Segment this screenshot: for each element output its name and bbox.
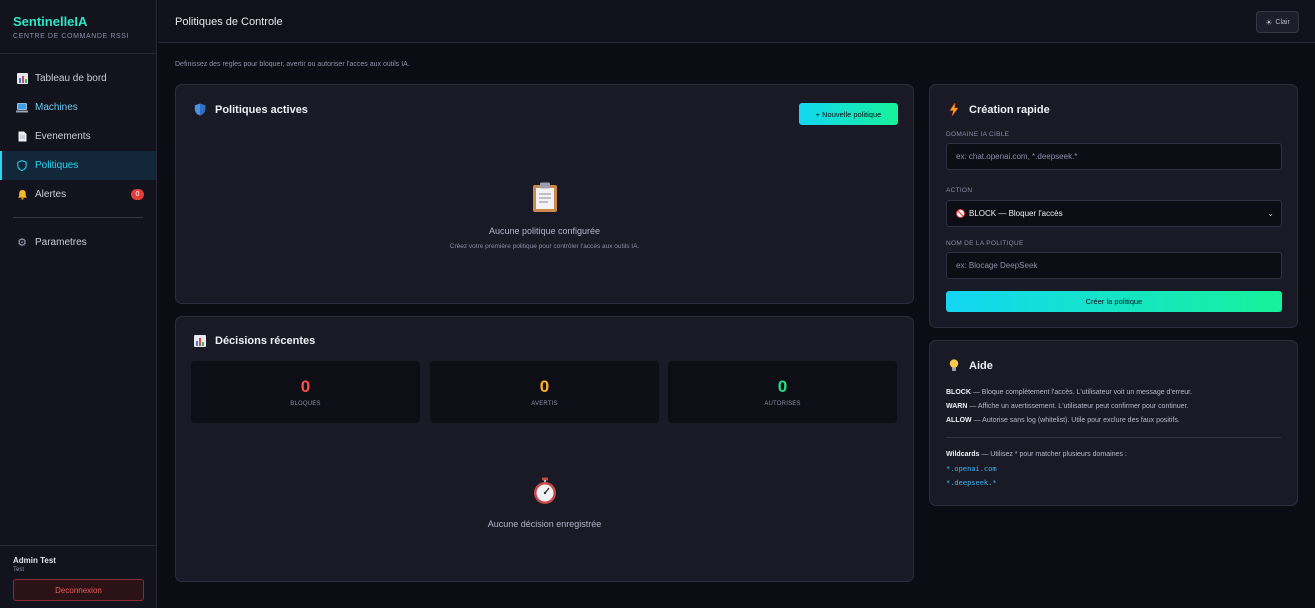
sidebar-item-label: Evenements [35,131,91,142]
brand-subtitle: CENTRE DE COMMANDE RSSI [13,33,130,40]
empty-policies-title: Aucune politique configurée [488,226,601,236]
sidebar-item-alerts[interactable]: Alertes 0 [0,180,156,209]
stat-allowed: 0 AUTORISES [668,361,897,423]
stat-blocked: 0 BLOQUES [191,361,420,423]
sidebar-item-policies[interactable]: Politiques [0,151,156,180]
policy-name-label: NOM DE LA POLITIQUE [946,240,1024,247]
stopwatch-icon [532,477,558,512]
active-policies-header: Politiques actives [193,103,308,116]
gear-icon: ⚙ [17,237,27,249]
help-text: — Utilisez * pour matcher plusieurs doma… [979,451,1127,458]
stat-label: AVERTIS [531,401,558,407]
card-title: Création rapide [969,103,1050,116]
empty-decisions-title: Aucune décision enregistrée [487,519,602,529]
shield-icon [193,103,206,116]
quick-create-card: Création rapide DOMAINE IA CIBLE ACTION … [929,84,1298,328]
help-text: — Affiche un avertissement. L'utilisateu… [967,403,1189,410]
new-policy-button[interactable]: + Nouvelle politique [799,103,898,125]
sidebar-nav: Tableau de bord Machines Evenements Poli… [0,54,156,257]
stat-warned: 0 AVERTIS [430,361,659,423]
user-panel: Admin Test Test Deconnexion [0,545,157,608]
active-policies-card: Politiques actives + Nouvelle politique … [175,84,914,304]
help-text: — Bloque complètement l'accès. L'utilisa… [970,389,1193,396]
sidebar-item-events[interactable]: Evenements [0,122,156,151]
help-key: WARN [946,403,968,410]
action-label: ACTION [946,187,973,194]
theme-toggle-button[interactable]: ☀ Clair [1256,11,1299,33]
sidebar-item-label: Politiques [35,160,79,171]
help-allow: ALLOW — Autorise sans log (whitelist). U… [946,417,1180,424]
sidebar-item-machines[interactable]: Machines [0,93,156,122]
brand: SentinelleIA CENTRE DE COMMANDE RSSI [0,0,156,54]
document-icon [16,131,28,143]
shield-icon [16,160,28,172]
policy-name-input[interactable] [946,252,1282,279]
card-title: Politiques actives [215,103,308,116]
wildcard-example: *.deepseek.* [946,479,997,487]
chart-icon [16,73,28,85]
domain-input[interactable] [946,143,1282,170]
page-subtitle: Definissez des regles pour bloquer, aver… [175,61,410,68]
sun-icon: ☀ [1265,17,1273,27]
top-bar: Politiques de Controle ☀ Clair [158,0,1315,43]
stat-value: 0 [300,377,311,396]
help-card: Aide BLOCK — Bloque complètement l'accès… [929,340,1298,506]
stat-label: BLOQUES [290,401,321,407]
chevron-down-icon: ⌄ [1267,209,1274,218]
sidebar-item-label: Alertes [35,189,67,200]
user-name: Admin Test [13,556,56,565]
sidebar-item-dashboard[interactable]: Tableau de bord [0,64,156,93]
help-block: BLOCK — Bloque complètement l'accès. L'u… [946,389,1192,396]
help-key: ALLOW [946,417,972,424]
logout-button[interactable]: Deconnexion [13,579,144,601]
help-wildcards: Wildcards — Utilisez * pour matcher plus… [946,451,1127,458]
card-title: Décisions récentes [215,334,316,347]
recent-decisions-header: Décisions récentes [193,334,315,347]
lightbulb-icon [947,359,960,372]
help-header: Aide [947,359,993,372]
user-role: Test [13,567,25,573]
quick-create-header: Création rapide [947,103,1050,116]
sidebar-item-label: Parametres [35,237,87,248]
clipboard-icon [532,182,558,220]
brand-name: SentinelleIA [13,14,88,29]
chart-icon [193,334,206,347]
help-text: — Autorise sans log (whitelist). Utile p… [971,417,1180,424]
help-warn: WARN — Affiche un avertissement. L'utili… [946,403,1188,410]
laptop-icon [16,102,28,114]
alerts-count-badge: 0 [131,189,144,200]
lightning-icon [947,103,960,116]
stat-value: 0 [539,377,550,396]
card-title: Aide [969,359,993,372]
help-divider [946,437,1281,438]
wildcard-example: *.openai.com [946,465,997,473]
nav-divider [13,217,143,218]
create-policy-button[interactable]: Créer la politique [946,291,1282,312]
empty-policies-subtitle: Créez votre première politique pour cont… [449,243,640,250]
help-key: Wildcards [946,451,980,458]
domain-label: DOMAINE IA CIBLE [946,131,1010,138]
bell-icon [16,189,28,201]
help-key: BLOCK [946,389,971,396]
stat-value: 0 [777,377,788,396]
theme-label: Clair [1275,18,1290,26]
action-select-value: BLOCK — Bloquer l'accès [969,209,1063,218]
sidebar-item-settings[interactable]: ⚙ Parametres [0,228,156,257]
sidebar-item-label: Tableau de bord [35,73,107,84]
no-entry-icon [956,209,965,218]
sidebar-item-label: Machines [35,102,78,113]
action-select[interactable]: BLOCK — Bloquer l'accès ⌄ [946,200,1282,227]
page-title: Politiques de Controle [175,16,283,28]
recent-decisions-card: Décisions récentes 0 BLOQUES 0 AVERTIS 0… [175,316,914,582]
stat-label: AUTORISES [764,401,801,407]
sidebar: SentinelleIA CENTRE DE COMMANDE RSSI Tab… [0,0,157,608]
